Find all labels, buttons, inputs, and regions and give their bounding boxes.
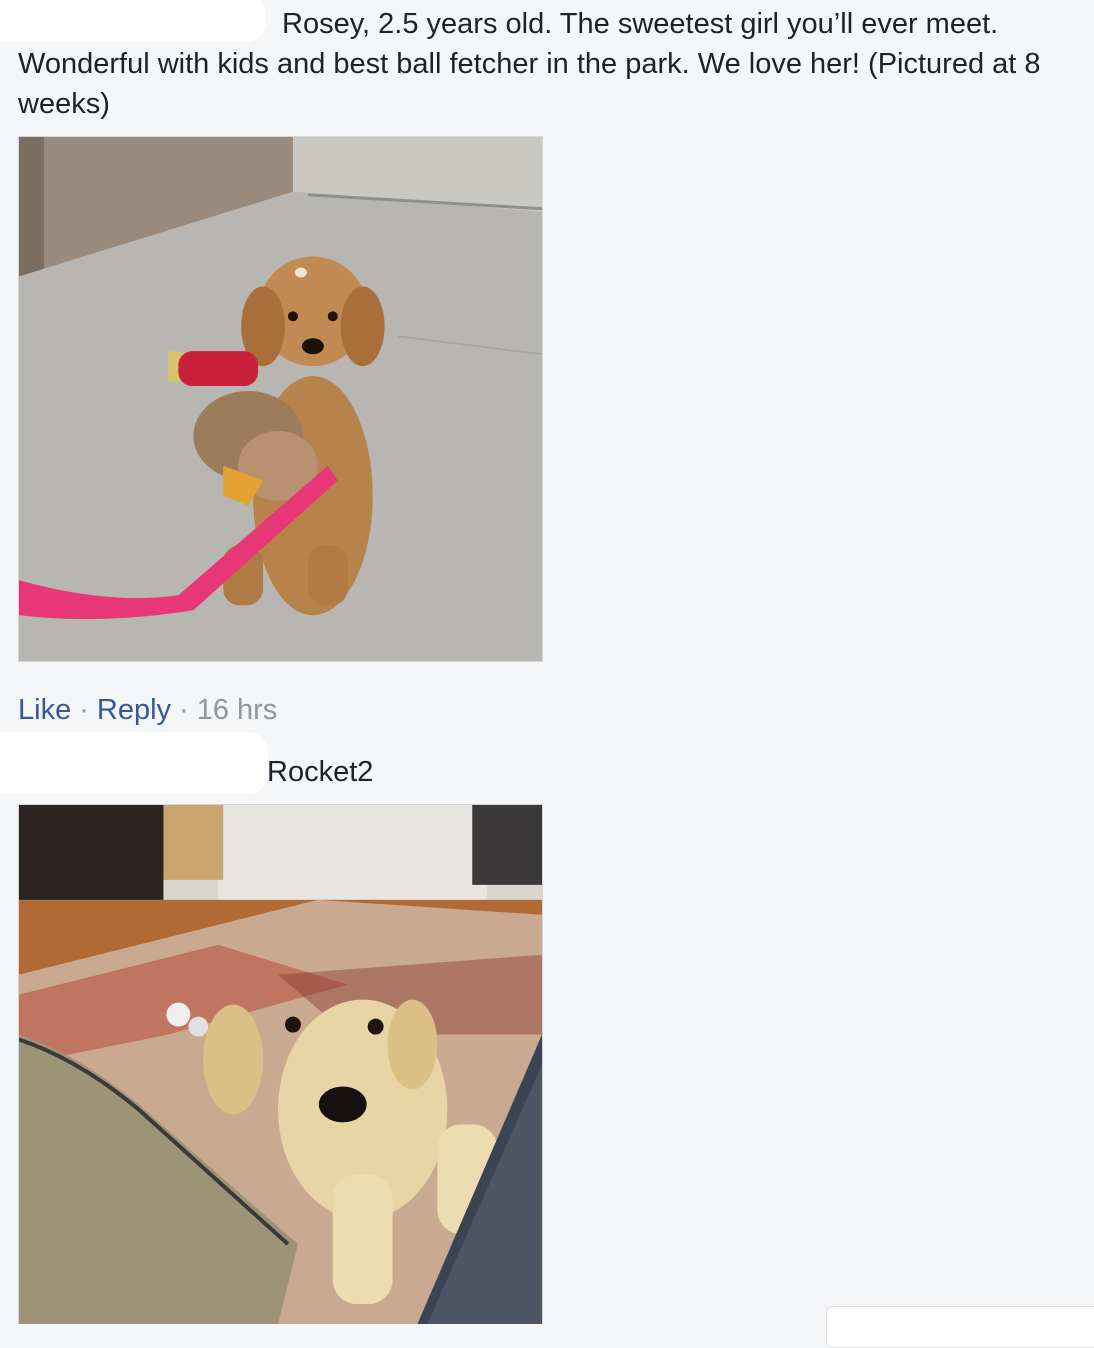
redacted-author-name-2 <box>0 732 268 794</box>
puppy-labrador-image <box>19 805 542 1324</box>
comment-timestamp[interactable]: 16 hrs <box>197 694 278 726</box>
comment-photo-puppy-2[interactable] <box>18 804 543 1324</box>
comment-text-2: Rocket2 <box>267 756 374 788</box>
like-link[interactable]: Like <box>18 694 71 726</box>
comment-input-box[interactable] <box>826 1306 1094 1348</box>
puppy-golden-image <box>19 137 542 661</box>
comment-actions-1: Like · Reply · 16 hrs <box>18 690 277 730</box>
comment-photo-puppy-1[interactable] <box>18 136 543 662</box>
comment-text-1: Rosey, 2.5 years old. The sweetest girl … <box>18 8 1041 120</box>
reply-link[interactable]: Reply <box>97 694 171 726</box>
action-separator: · <box>179 694 189 726</box>
action-separator: · <box>79 694 89 726</box>
